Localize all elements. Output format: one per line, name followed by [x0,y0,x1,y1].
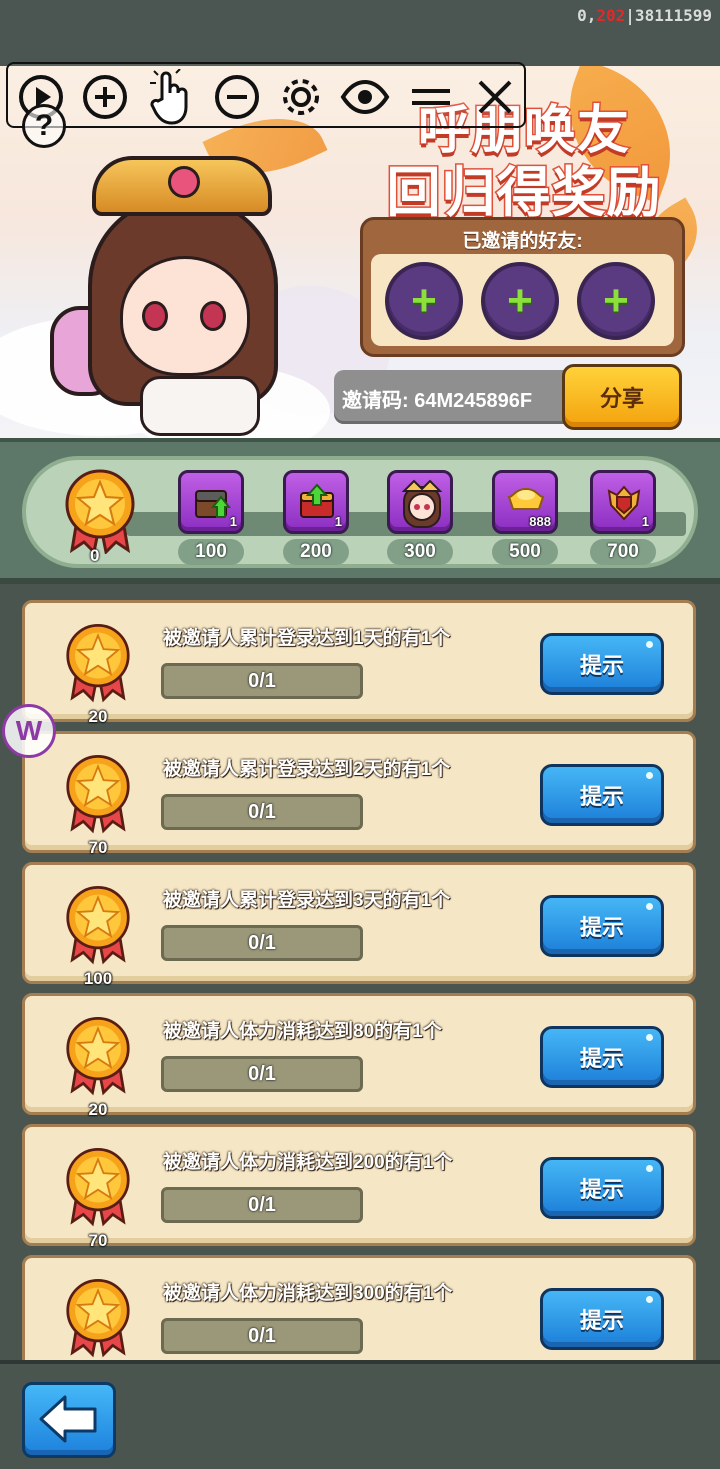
reward-qty: 888 [529,514,551,529]
points-medal-icon [64,468,136,559]
reward-qty: 1 [229,514,237,529]
task-row: 100 被邀请人体力消耗达到300的有1个 0/1 提示 [22,1255,696,1360]
reward-threshold: 200 [283,539,349,565]
hero-portrait-icon [401,479,443,528]
reward-threshold: 300 [387,539,453,565]
task-description: 被邀请人体力消耗达到80的有1个 [163,1021,442,1042]
reward-qty: 1 [334,514,342,529]
task-description: 被邀请人累计登录达到2天的有1个 [163,759,451,780]
invited-friends-label: 已邀请的好友: [462,231,583,252]
reward-treasure-chest-upgrade[interactable]: 1 [178,470,244,534]
task-row: 70 被邀请人体力消耗达到200的有1个 0/1 提示 [22,1124,696,1250]
invite-code: 邀请码: 64M245896F [342,390,533,412]
medal-icon: 100 [65,1274,131,1360]
banner-title-line2: 回归得奖励 [385,162,662,225]
task-points: 70 [88,838,108,857]
task-points: 20 [88,1100,108,1119]
hint-button[interactable]: 提示 [540,895,664,957]
hint-button-label: 提示 [579,784,624,809]
plus-icon: + [507,276,533,325]
task-description: 被邀请人体力消耗达到200的有1个 [163,1152,453,1173]
task-progress: 0/1 [161,1187,363,1223]
close-icon[interactable] [470,72,520,122]
task-progress: 0/1 [161,794,363,830]
task-progress: 0/1 [161,663,363,699]
hint-button-label: 提示 [579,653,624,678]
gold-ingot-icon [507,487,545,510]
reward-qty: 1 [641,514,649,529]
zoom-out-icon[interactable] [212,72,262,122]
current-points: 0 [90,546,100,565]
bottom-bar [0,1360,720,1469]
reward-gold-ingot[interactable]: 888 [492,470,558,534]
floating-w-badge[interactable]: W [2,704,56,758]
menu-icon[interactable] [406,72,456,122]
zoom-in-icon[interactable] [80,72,130,122]
add-friend-slot-2[interactable]: + [481,262,559,340]
task-points: 100 [83,969,113,988]
medal-icon: 70 [65,750,131,857]
hint-button[interactable]: 提示 [540,1026,664,1088]
help-icon[interactable]: ? [22,104,66,148]
hint-button-label: 提示 [579,915,624,940]
reward-hero-portrait[interactable] [387,470,453,534]
gear-icon[interactable] [276,72,326,122]
eye-icon[interactable] [340,72,390,122]
hint-button[interactable]: 提示 [540,1288,664,1350]
reward-threshold: 500 [492,539,558,565]
task-progress: 0/1 [161,1056,363,1092]
medal-icon: 20 [65,1012,131,1119]
task-list[interactable]: 20 被邀请人累计登录达到1天的有1个 0/1 提示 70 被邀请人累计登录达到… [0,584,720,1360]
tap-hand-icon[interactable] [146,69,196,125]
reward-golden-armor[interactable]: 1 [590,470,656,534]
medal-icon: 100 [65,881,131,988]
hint-button-label: 提示 [579,1046,624,1071]
status-right: |38111599 [625,6,712,25]
hint-button-label: 提示 [579,1177,624,1202]
hint-button-label: 提示 [579,1308,624,1333]
golden-armor-icon [607,485,641,521]
back-arrow-icon [39,1395,97,1443]
plus-icon: + [411,276,437,325]
status-bar: 0,202|38111599 [0,0,720,66]
friend-slots: + + + [371,254,674,346]
reward-chest-upgrade[interactable]: 1 [283,470,349,534]
task-description: 被邀请人累计登录达到1天的有1个 [163,628,451,649]
status-red-value: 202 [596,6,626,25]
chest-upgrade-icon [300,483,334,518]
add-friend-slot-3[interactable]: + [577,262,655,340]
reward-threshold: 100 [178,539,244,565]
status-left: 0, [577,6,597,25]
medal-icon: 70 [65,1143,131,1250]
task-progress: 0/1 [161,1318,363,1354]
share-button[interactable]: 分享 [562,364,682,430]
hint-button[interactable]: 提示 [540,633,664,695]
invite-code-bar: 邀请码: 64M245896F [334,370,594,424]
task-row: 70 被邀请人累计登录达到2天的有1个 0/1 提示 [22,731,696,857]
hint-button[interactable]: 提示 [540,1157,664,1219]
task-description: 被邀请人累计登录达到3天的有1个 [163,890,451,911]
invited-friends-panel: 已邀请的好友: + + + [360,217,685,357]
add-friend-slot-1[interactable]: + [385,262,463,340]
task-points: 20 [88,707,108,726]
task-points: 70 [88,1231,108,1250]
treasure-chest-upgrade-icon [195,490,231,518]
plus-icon: + [603,276,629,325]
back-button[interactable] [22,1382,116,1458]
task-description: 被邀请人体力消耗达到300的有1个 [163,1283,453,1304]
medal-icon: 20 [65,619,131,726]
reward-threshold: 700 [590,539,656,565]
task-row: 100 被邀请人累计登录达到3天的有1个 0/1 提示 [22,862,696,988]
status-counter: 0,202|38111599 [577,6,712,25]
task-row: 20 被邀请人体力消耗达到80的有1个 0/1 提示 [22,993,696,1119]
hint-button[interactable]: 提示 [540,764,664,826]
task-progress: 0/1 [161,925,363,961]
hero-character-illustration [40,136,310,438]
overlay-toolbar [6,62,526,128]
task-row: 20 被邀请人累计登录达到1天的有1个 0/1 提示 [22,600,696,726]
